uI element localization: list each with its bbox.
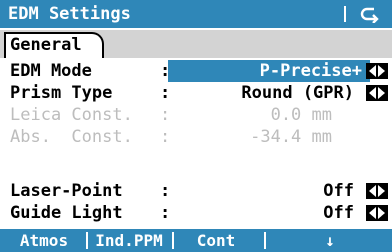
field-label: Laser-Point (10, 181, 123, 201)
softkey-bar: Atmos Ind.PPM Cont ↓ (0, 229, 392, 252)
field-colon: : (160, 127, 171, 147)
field-prism-type[interactable]: Prism Type : Round (GPR) (0, 82, 392, 104)
tab-bar: General (0, 30, 392, 58)
softkey-ind-ppm[interactable]: Ind.PPM (88, 229, 170, 252)
edm-settings-screen: EDM Settings General EDM Mode : P-Precis… (0, 0, 392, 252)
field-colon: : (160, 181, 171, 201)
field-label: Leica Const. (10, 105, 133, 125)
softkey-page-down[interactable]: ↓ (268, 229, 392, 252)
field-label: EDM Mode (10, 61, 92, 81)
field-value: Off (323, 203, 354, 223)
field-colon: : (160, 203, 171, 223)
field-label: Abs. Const. (10, 127, 133, 147)
field-value: Off (323, 181, 354, 201)
field-abs-const: Abs. Const. : -34.4 mm (0, 126, 392, 148)
softkey-divider (172, 232, 174, 249)
field-value: P-Precise+ (259, 61, 362, 81)
page-title: EDM Settings (8, 4, 131, 24)
field-guide-light[interactable]: Guide Light : Off (0, 202, 392, 224)
field-laser-point[interactable]: Laser-Point : Off (0, 180, 392, 202)
tab-general[interactable]: General (4, 32, 104, 58)
softkey-divider (264, 232, 266, 249)
field-value: -34.4 mm (250, 127, 332, 147)
left-right-arrows-icon[interactable] (366, 183, 388, 199)
field-value: 0.0 mm (270, 105, 332, 125)
field-edm-mode[interactable]: EDM Mode : P-Precise+ (0, 60, 392, 82)
left-right-arrows-icon[interactable] (366, 63, 388, 79)
softkey-atmos[interactable]: Atmos (4, 229, 84, 252)
softkey-cont[interactable]: Cont (176, 229, 256, 252)
left-right-arrows-icon[interactable] (366, 85, 388, 101)
left-right-arrows-icon[interactable] (366, 205, 388, 221)
field-leica-const: Leica Const. : 0.0 mm (0, 104, 392, 126)
field-colon: : (160, 83, 171, 103)
field-label: Prism Type (10, 83, 113, 103)
title-bar: EDM Settings (0, 0, 392, 28)
return-arrow-icon[interactable] (360, 5, 380, 24)
field-colon: : (160, 105, 171, 125)
field-label: Guide Light (10, 203, 123, 223)
field-value: Round (GPR) (241, 83, 354, 103)
title-divider (344, 6, 346, 22)
